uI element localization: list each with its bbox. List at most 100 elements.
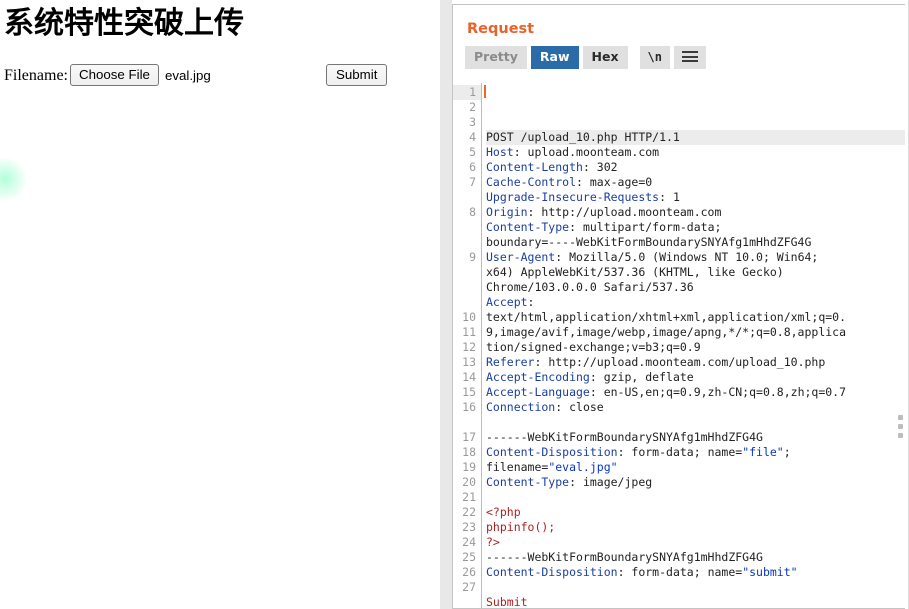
choose-file-button[interactable]: Choose File (70, 64, 159, 86)
line-number: 27 (462, 580, 476, 594)
line-number (453, 415, 481, 430)
line-number: 11 (462, 325, 476, 339)
code-line: Connection: close (486, 400, 905, 415)
code-token: Content-Type (486, 475, 570, 489)
code-token: Upgrade-Insecure-Requests (486, 190, 660, 204)
code-token: boundary=----WebKitFormBoundarySNYAfg1mH… (486, 235, 812, 249)
line-number: 21 (462, 490, 476, 504)
line-number: 9 (469, 250, 476, 264)
code-line: Cache-Control: max-age=0 (486, 175, 905, 190)
code-token: Cache-Control (486, 175, 577, 189)
code-token: <?php (486, 505, 521, 519)
line-number: 25 (462, 550, 476, 564)
line-number: 26 (462, 565, 476, 579)
text-caret (484, 85, 486, 98)
code-token: Referer (486, 355, 535, 369)
line-number (453, 280, 481, 295)
tab-pretty[interactable]: Pretty (465, 45, 527, 69)
code-token: : form-data; name= (617, 565, 743, 579)
line-number-gutter: 1 2 3 4 5 6 7 8 9 10 11 12 13 14 15 16 17 18 19 20 21 22 23 24 2… (453, 83, 482, 608)
request-raw-text[interactable]: POST /upload_10.php HTTP/1.1 Host: upload… (482, 83, 905, 608)
code-token: : upload.moonteam.com (513, 145, 660, 159)
code-line: User-Agent: Mozilla/5.0 (Windows NT 10.0… (486, 250, 905, 265)
tab-hex[interactable]: Hex (582, 45, 628, 69)
code-line: Host: upload.moonteam.com (486, 145, 905, 160)
pane-divider[interactable] (440, 0, 452, 609)
line-number: 10 (462, 310, 476, 324)
line-number: 13 (462, 355, 476, 369)
submit-button[interactable]: Submit (326, 64, 388, 86)
line-number (453, 235, 481, 250)
line-number: 16 (462, 400, 476, 414)
line-number: 4 (469, 130, 476, 144)
code-token: ; (783, 445, 791, 459)
code-token: "file" (742, 445, 784, 459)
line-number (453, 190, 481, 205)
line-number: 23 (462, 520, 476, 534)
code-line: Content-Type: multipart/form-data; (486, 220, 905, 235)
code-token: : (527, 295, 535, 309)
code-token: : http://upload.moonteam.com (527, 205, 722, 219)
line-number (453, 220, 481, 235)
code-line: 9,image/avif,image/webp,image/apng,*/*;q… (486, 325, 905, 340)
code-token: : 302 (582, 160, 618, 174)
code-line: Accept: (486, 295, 905, 310)
line-number: 7 (469, 175, 476, 189)
code-line: Chrome/103.0.0.0 Safari/537.36 (486, 280, 905, 295)
hamburger-glyph (681, 51, 698, 62)
file-input[interactable]: Choose File eval.jpg (70, 64, 211, 86)
line-number: 22 (462, 505, 476, 519)
filename-label: Filename: (4, 67, 68, 84)
line-number (453, 265, 481, 280)
code-token: : http://upload.moonteam.com/upload_10.p… (534, 355, 826, 369)
code-line: Origin: http://upload.moonteam.com (486, 205, 905, 220)
code-token: : gzip, deflate (589, 370, 694, 384)
line-number: 14 (462, 370, 476, 384)
web-page-pane: 系统特性突破上传 Filename: Choose File eval.jpg … (0, 0, 440, 609)
hamburger-menu-icon[interactable] (673, 45, 706, 69)
code-line: phpinfo(); (486, 520, 905, 535)
newline-toggle-button[interactable]: \n (639, 45, 670, 69)
code-token: : image/jpeg (569, 475, 653, 489)
code-token: Accept (486, 295, 528, 309)
code-token: Content-Type (486, 220, 570, 234)
code-token: "eval.jpg" (548, 460, 618, 474)
code-token: : multipart/form-data; (569, 220, 722, 234)
code-token: : max-age=0 (576, 175, 653, 189)
code-line: ------WebKitFormBoundarySNYAfg1mHhdZFG4G (486, 550, 905, 565)
line-number: 8 (469, 205, 476, 219)
code-line: Accept-Encoding: gzip, deflate (486, 370, 905, 385)
line-number: 3 (469, 115, 476, 129)
code-token: : close (555, 400, 604, 414)
upload-form: Filename: Choose File eval.jpg Submit (4, 64, 434, 90)
request-panel-title: Request (467, 21, 535, 37)
code-token: Origin (486, 205, 528, 219)
panel-drag-grip[interactable] (897, 415, 903, 438)
code-token: ------WebKitFormBoundarySNYAfg1mHhdZFG4G (486, 430, 763, 444)
code-token: ?> (486, 535, 500, 549)
request-editor[interactable]: 1 2 3 4 5 6 7 8 9 10 11 12 13 14 15 16 17 18 19 20 21 22 23 24 2… (453, 83, 905, 608)
code-token: User-Agent (486, 250, 556, 264)
line-number: 17 (462, 430, 476, 444)
line-number: 15 (462, 385, 476, 399)
page-title: 系统特性突破上传 (4, 6, 244, 41)
tab-raw[interactable]: Raw (530, 45, 579, 69)
grip-dot (897, 424, 903, 429)
code-token: tion/signed-exchange;v=b3;q=0.9 (486, 340, 701, 354)
grip-dot (897, 415, 903, 420)
line-number: 6 (469, 160, 476, 174)
code-token: Content-Length (486, 160, 583, 174)
code-line: boundary=----WebKitFormBoundarySNYAfg1mH… (486, 235, 905, 250)
code-line: Content-Disposition: form-data; name="fi… (486, 445, 905, 460)
code-line: Submit (486, 595, 905, 608)
grip-dot (897, 433, 903, 438)
code-token: : en-US,en;q=0.9,zh-CN;q=0.8,zh;q=0.7 (589, 385, 847, 399)
code-token: Chrome/103.0.0.0 Safari/537.36 (486, 280, 694, 294)
line-number: 20 (462, 475, 476, 489)
code-line: Content-Length: 302 (486, 160, 905, 175)
code-token: "submit" (742, 565, 798, 579)
line-number: 2 (469, 100, 476, 114)
